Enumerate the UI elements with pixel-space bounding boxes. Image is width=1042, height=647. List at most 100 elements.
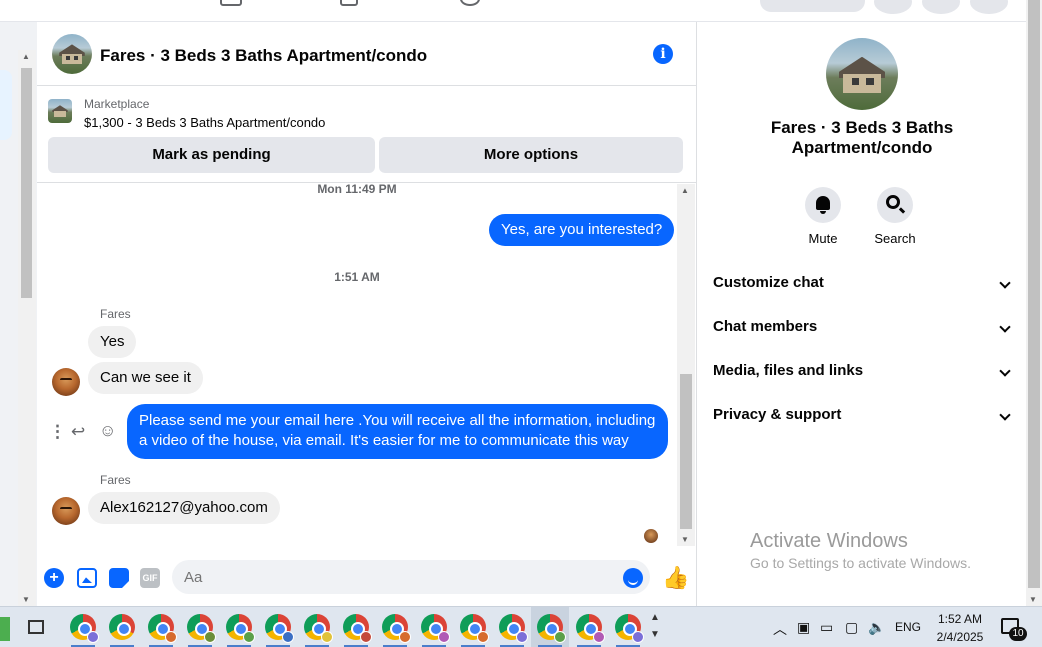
outgoing-message[interactable]: Yes, are you interested? bbox=[489, 214, 675, 246]
page-scrollbar-thumb[interactable] bbox=[1028, 0, 1040, 588]
chevron-up-icon[interactable]: ▲ bbox=[650, 609, 660, 626]
incoming-message[interactable]: Yes bbox=[88, 326, 137, 358]
show-hidden-icons-icon[interactable]: ︿ bbox=[773, 619, 787, 639]
more-options-button[interactable]: More options bbox=[379, 137, 683, 173]
sticker-icon[interactable] bbox=[109, 568, 129, 588]
notifications-icon[interactable] bbox=[922, 0, 960, 14]
chat-scrollbar[interactable]: ▲ ▼ bbox=[677, 184, 695, 546]
search-button[interactable] bbox=[877, 187, 913, 223]
sender-name: Fares bbox=[100, 473, 131, 487]
task-view-icon[interactable] bbox=[28, 620, 44, 634]
mark-as-pending-button[interactable]: Mark as pending bbox=[48, 137, 375, 173]
chrome-app-icon[interactable] bbox=[576, 614, 605, 643]
thumbs-up-icon[interactable]: 👍 bbox=[662, 565, 689, 591]
message-line: a video of the house, via email. It's ea… bbox=[139, 432, 629, 449]
groups-nav-icon[interactable] bbox=[340, 0, 358, 6]
sender-avatar[interactable] bbox=[52, 368, 80, 396]
react-icon[interactable]: ☺ bbox=[99, 421, 116, 441]
incoming-message[interactable]: Alex162127@yahoo.com bbox=[88, 492, 280, 524]
plus-icon[interactable]: + bbox=[44, 568, 64, 588]
listing-profile-image[interactable] bbox=[826, 38, 898, 110]
page-scrollbar[interactable]: ▼ bbox=[1026, 0, 1042, 606]
listing-title[interactable]: $1,300 - 3 Beds 3 Baths Apartment/condo bbox=[84, 115, 325, 130]
photo-icon[interactable] bbox=[77, 568, 97, 588]
meet-now-icon[interactable]: ▣ bbox=[797, 619, 810, 636]
outgoing-message[interactable]: Please send me your email here .You will… bbox=[127, 404, 668, 459]
section-customize-chat[interactable]: Customize chat bbox=[713, 274, 1013, 298]
battery-icon[interactable]: ▭ bbox=[820, 619, 833, 636]
section-chat-members[interactable]: Chat members bbox=[713, 318, 1013, 342]
menu-grid-icon[interactable] bbox=[874, 0, 912, 14]
language-indicator[interactable]: ENG bbox=[895, 620, 921, 634]
info-icon[interactable]: i bbox=[653, 44, 673, 64]
scroll-down-arrow-icon[interactable]: ▼ bbox=[1029, 595, 1037, 604]
chrome-app-icon[interactable] bbox=[304, 614, 333, 643]
account-avatar[interactable] bbox=[970, 0, 1008, 14]
chat-panel: Fares · 3 Beds 3 Baths Apartment/condo i… bbox=[37, 22, 696, 606]
message-composer: + GIF 👍 bbox=[37, 557, 696, 599]
scroll-down-arrow-icon[interactable]: ▼ bbox=[681, 535, 689, 544]
chevron-down-icon[interactable]: ▼ bbox=[650, 626, 660, 643]
top-navigation-bar bbox=[0, 0, 1026, 22]
marketplace-nav-icon[interactable] bbox=[220, 0, 242, 6]
chat-title[interactable]: Fares · 3 Beds 3 Baths Apartment/condo bbox=[100, 46, 427, 66]
section-privacy-support[interactable]: Privacy & support bbox=[713, 406, 1013, 430]
chrome-app-icon[interactable] bbox=[382, 614, 411, 643]
chrome-app-icon[interactable] bbox=[109, 614, 135, 640]
mute-button[interactable] bbox=[805, 187, 841, 223]
network-icon[interactable]: ▢ bbox=[845, 619, 858, 636]
message-line: Please send me your email here .You will… bbox=[139, 412, 656, 429]
more-actions-icon[interactable]: ⋮ bbox=[49, 422, 66, 442]
system-clock[interactable]: 1:52 AM 2/4/2025 bbox=[930, 610, 990, 646]
scroll-up-arrow-icon[interactable]: ▲ bbox=[681, 186, 689, 195]
chrome-app-icon[interactable] bbox=[460, 614, 489, 643]
left-scrollbar[interactable]: ▲ ▼ bbox=[18, 50, 36, 606]
sidebar-card bbox=[0, 70, 12, 140]
left-scrollbar-thumb[interactable] bbox=[21, 68, 32, 298]
chrome-app-icon-active[interactable] bbox=[537, 614, 566, 643]
chrome-app-icon[interactable] bbox=[499, 614, 528, 643]
section-media-files-links[interactable]: Media, files and links bbox=[713, 362, 1013, 386]
search-action[interactable]: Search bbox=[860, 187, 930, 246]
chrome-app-icon[interactable] bbox=[187, 614, 216, 643]
chrome-app-icon[interactable] bbox=[421, 614, 450, 643]
section-label: Media, files and links bbox=[713, 362, 864, 379]
scroll-down-arrow-icon[interactable]: ▼ bbox=[22, 595, 30, 604]
chrome-app-icon[interactable] bbox=[226, 614, 255, 643]
reply-icon[interactable]: ↩ bbox=[71, 422, 85, 442]
chevron-down-icon bbox=[999, 409, 1011, 421]
emoji-icon[interactable] bbox=[623, 568, 643, 588]
mute-action[interactable]: Mute bbox=[788, 187, 858, 246]
message-thread: Mon 11:49 PM Yes, are you interested? 1:… bbox=[37, 184, 677, 546]
listing-thumbnail[interactable] bbox=[48, 99, 72, 123]
sender-name: Fares bbox=[100, 307, 131, 321]
section-label: Customize chat bbox=[713, 274, 824, 291]
clock-date: 2/4/2025 bbox=[936, 630, 984, 644]
taskbar-overflow-scroll[interactable]: ▲ ▼ bbox=[650, 609, 660, 643]
volume-icon[interactable]: 🔈 bbox=[868, 619, 885, 636]
chrome-app-icon[interactable] bbox=[265, 614, 294, 643]
chrome-app-icon[interactable] bbox=[148, 614, 177, 643]
create-button[interactable] bbox=[760, 0, 865, 12]
gif-icon[interactable]: GIF bbox=[140, 568, 160, 588]
chrome-app-icon[interactable] bbox=[343, 614, 372, 643]
scroll-up-arrow-icon[interactable]: ▲ bbox=[22, 52, 30, 61]
section-label: Chat members bbox=[713, 318, 818, 335]
bell-icon bbox=[816, 196, 830, 214]
chrome-app-icon[interactable] bbox=[615, 614, 644, 643]
clock-time: 1:52 AM bbox=[937, 612, 983, 626]
chat-scrollbar-thumb[interactable] bbox=[680, 374, 692, 529]
conversation-name-line: Fares · 3 Beds 3 Baths bbox=[770, 118, 954, 137]
chevron-down-icon bbox=[999, 277, 1011, 289]
sender-avatar[interactable] bbox=[52, 497, 80, 525]
incoming-message[interactable]: Can we see it bbox=[88, 362, 203, 394]
activate-windows-title: Activate Windows bbox=[750, 530, 908, 552]
gaming-nav-icon[interactable] bbox=[460, 0, 480, 6]
chevron-down-icon bbox=[999, 365, 1011, 377]
chrome-app-icon[interactable] bbox=[70, 614, 99, 643]
message-input[interactable] bbox=[172, 560, 650, 594]
search-label: Search bbox=[874, 231, 916, 246]
start-edge-icon[interactable] bbox=[0, 617, 10, 641]
listing-avatar[interactable] bbox=[52, 34, 92, 74]
marketplace-listing-card: Marketplace $1,300 - 3 Beds 3 Baths Apar… bbox=[37, 87, 696, 183]
